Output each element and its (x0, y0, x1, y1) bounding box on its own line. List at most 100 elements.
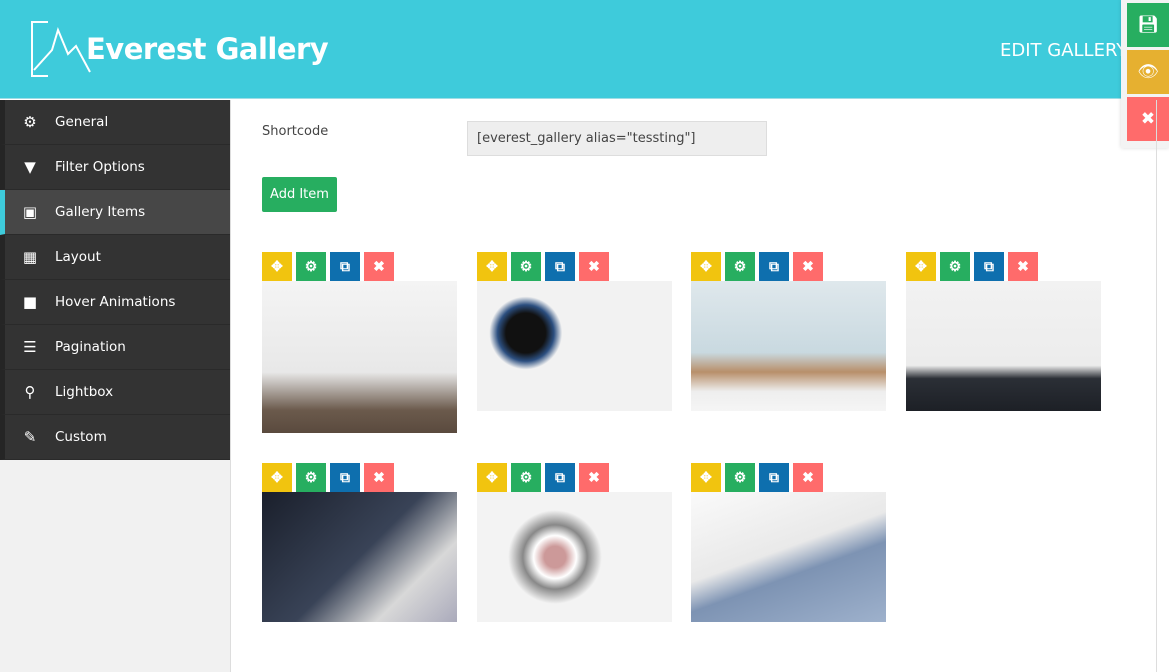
duplicate-button[interactable]: ⧉ (974, 252, 1004, 281)
gallery-item: ✥ ⚙ ⧉ ✖ (477, 463, 672, 622)
delete-button[interactable]: ✖ (579, 252, 609, 281)
gallery-item: ✥ ⚙ ⧉ ✖ (262, 252, 457, 433)
move-button[interactable]: ✥ (262, 463, 292, 492)
item-toolbar: ✥ ⚙ ⧉ ✖ (906, 252, 1101, 281)
duplicate-icon: ⧉ (340, 469, 350, 485)
sidebar-item-label: General (55, 114, 109, 130)
item-toolbar: ✥ ⚙ ⧉ ✖ (691, 252, 886, 281)
gallery-image[interactable] (691, 281, 886, 411)
settings-icon: ⚙ (304, 258, 318, 274)
duplicate-button[interactable]: ⧉ (545, 252, 575, 281)
delete-icon: ✖ (1017, 258, 1029, 274)
delete-button[interactable]: ✖ (364, 463, 394, 492)
item-toolbar: ✥ ⚙ ⧉ ✖ (262, 252, 457, 281)
settings-icon: ⚙ (948, 258, 962, 274)
move-button[interactable]: ✥ (691, 252, 721, 281)
settings-icon: ⚙ (519, 258, 533, 274)
sidebar-item-pagination[interactable]: ☰ Pagination (0, 325, 230, 370)
duplicate-button[interactable]: ⧉ (759, 463, 789, 492)
delete-icon: ✖ (373, 469, 385, 485)
preview-button[interactable]: 👁︎ (1127, 50, 1169, 94)
settings-button[interactable]: ⚙ (725, 252, 755, 281)
sidebar: ⚙ General ▼ Filter Options ▣ Gallery Items ▦ La… (0, 100, 231, 672)
add-item-button[interactable]: Add Item (262, 177, 337, 212)
move-button[interactable]: ✥ (477, 252, 507, 281)
move-icon: ✥ (271, 258, 283, 274)
video-camera-icon: ■ (22, 293, 38, 311)
duplicate-button[interactable]: ⧉ (759, 252, 789, 281)
gallery-image[interactable] (262, 281, 457, 433)
gallery-image[interactable] (691, 492, 886, 622)
mountain-logo-icon (31, 21, 91, 77)
gallery-item: ✥ ⚙ ⧉ ✖ (477, 252, 672, 411)
sidebar-item-label: Gallery Items (55, 204, 146, 220)
delete-icon: ✖ (588, 469, 600, 485)
settings-button[interactable]: ⚙ (296, 252, 326, 281)
item-toolbar: ✥ ⚙ ⧉ ✖ (477, 463, 672, 492)
delete-icon: ✖ (588, 258, 600, 274)
floppy-disk-icon: 💾︎ (1137, 15, 1159, 34)
delete-button[interactable]: ✖ (793, 463, 823, 492)
move-button[interactable]: ✥ (906, 252, 936, 281)
settings-icon: ⚙ (733, 258, 747, 274)
gallery-item: ✥ ⚙ ⧉ ✖ (906, 252, 1101, 411)
duplicate-button[interactable]: ⧉ (330, 252, 360, 281)
layout-icon: ▦ (22, 248, 38, 266)
main-content: Shortcode [everest_gallery alias="tessti… (232, 100, 1157, 672)
item-toolbar: ✥ ⚙ ⧉ ✖ (477, 252, 672, 281)
settings-icon: ⚙ (519, 469, 533, 485)
shortcode-label: Shortcode (262, 124, 329, 139)
eye-icon: 👁︎ (1137, 62, 1159, 81)
duplicate-icon: ⧉ (555, 469, 565, 485)
move-button[interactable]: ✥ (262, 252, 292, 281)
sidebar-item-custom[interactable]: ✎ Custom (0, 415, 230, 460)
move-button[interactable]: ✥ (691, 463, 721, 492)
delete-button[interactable]: ✖ (579, 463, 609, 492)
gallery-image[interactable] (906, 281, 1101, 411)
logo: Everest Gallery (30, 20, 329, 78)
duplicate-button[interactable]: ⧉ (545, 463, 575, 492)
duplicate-icon: ⧉ (555, 258, 565, 274)
duplicate-icon: ⧉ (984, 258, 994, 274)
delete-icon: ✖ (373, 258, 385, 274)
header: Everest Gallery EDIT GALLERY (0, 0, 1169, 99)
settings-button[interactable]: ⚙ (725, 463, 755, 492)
sidebar-item-layout[interactable]: ▦ Layout (0, 235, 230, 280)
sidebar-item-hover-animations[interactable]: ■ Hover Animations (0, 280, 230, 325)
move-icon: ✥ (700, 258, 712, 274)
settings-button[interactable]: ⚙ (511, 252, 541, 281)
settings-button[interactable]: ⚙ (296, 463, 326, 492)
sidebar-item-gallery-items[interactable]: ▣ Gallery Items (0, 190, 230, 235)
sidebar-item-label: Lightbox (55, 384, 114, 400)
gallery-image[interactable] (477, 281, 672, 411)
sidebar-item-filter-options[interactable]: ▼ Filter Options (0, 145, 230, 190)
delete-button[interactable]: ✖ (793, 252, 823, 281)
search-icon: ⚲ (24, 383, 36, 401)
delete-button[interactable]: ✖ (1008, 252, 1038, 281)
sidebar-item-label: Layout (55, 249, 101, 265)
gallery-image[interactable] (477, 492, 672, 622)
move-icon: ✥ (271, 469, 283, 485)
gallery-item: ✥ ⚙ ⧉ ✖ (262, 463, 457, 622)
item-toolbar: ✥ ⚙ ⧉ ✖ (691, 463, 886, 492)
sidebar-item-lightbox[interactable]: ⚲ Lightbox (0, 370, 230, 415)
duplicate-button[interactable]: ⧉ (330, 463, 360, 492)
settings-icon: ⚙ (304, 469, 318, 485)
settings-button[interactable]: ⚙ (940, 252, 970, 281)
shortcode-field[interactable]: [everest_gallery alias="tessting"] (467, 121, 767, 156)
settings-button[interactable]: ⚙ (511, 463, 541, 492)
move-button[interactable]: ✥ (477, 463, 507, 492)
sidebar-item-label: Pagination (55, 339, 126, 355)
delete-icon: ✖ (802, 469, 814, 485)
brush-icon: ✎ (23, 428, 37, 446)
save-button[interactable]: 💾︎ (1127, 3, 1169, 47)
sidebar-item-general[interactable]: ⚙ General (0, 100, 230, 145)
gallery-image[interactable] (262, 492, 457, 622)
duplicate-icon: ⧉ (769, 258, 779, 274)
sidebar-item-label: Custom (55, 429, 107, 445)
duplicate-icon: ⧉ (769, 469, 779, 485)
move-icon: ✥ (915, 258, 927, 274)
duplicate-icon: ⧉ (340, 258, 350, 274)
brand-name: Everest Gallery (86, 32, 329, 66)
delete-button[interactable]: ✖ (364, 252, 394, 281)
